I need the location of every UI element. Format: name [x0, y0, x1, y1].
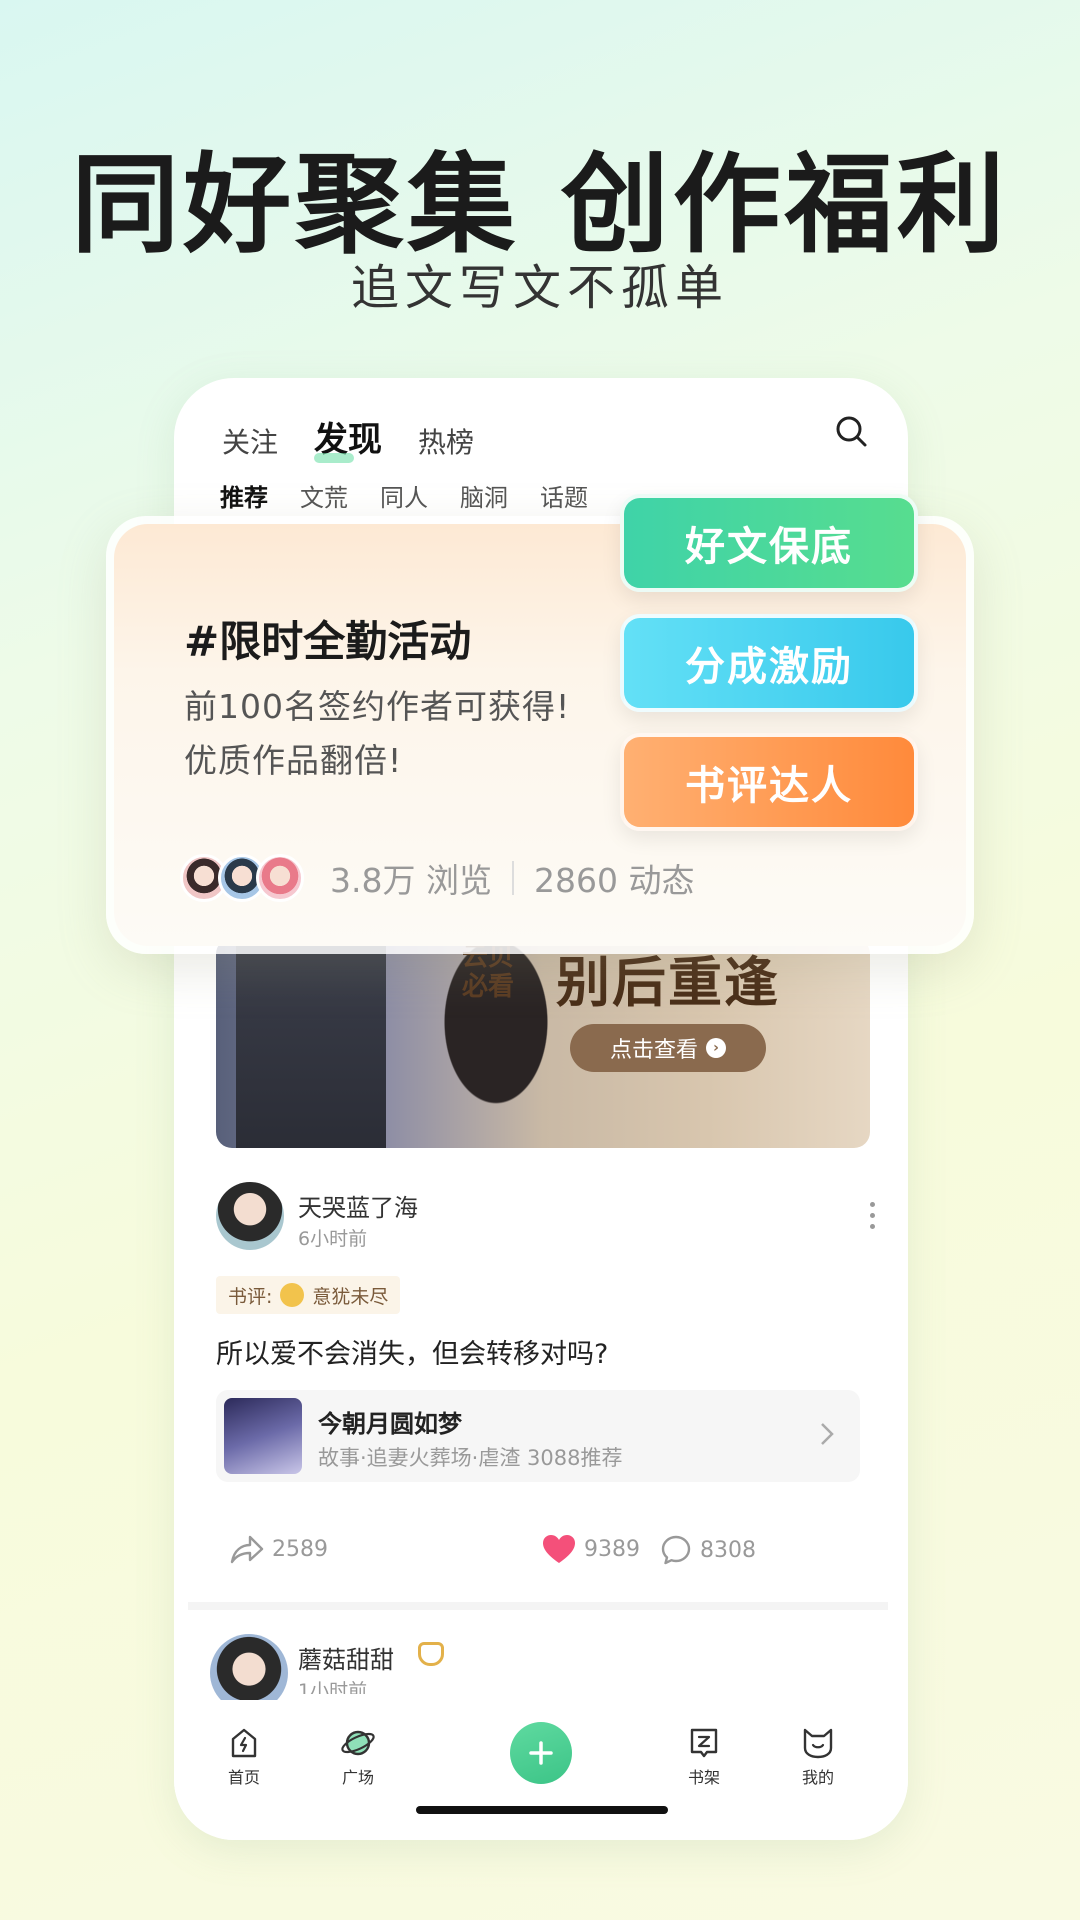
tab-discover[interactable]: 发现	[314, 412, 382, 463]
subtab-topic[interactable]: 话题	[540, 478, 588, 513]
post-text: 所以爱不会消失，但会转移对吗?	[216, 1339, 609, 1370]
activity-desc: 前100名签约作者可获得! 优质作品翻倍!	[184, 680, 570, 788]
like-count: 9389	[584, 1536, 640, 1562]
subtab-fanfic[interactable]: 同人	[380, 478, 428, 513]
book-card[interactable]: 今朝月圆如梦 故事·追妻火葬场·虐渣 3088推荐	[216, 1390, 860, 1482]
plus-icon	[529, 1741, 553, 1765]
banner-view-label: 点击查看	[609, 1038, 698, 1063]
share-count: 2589	[272, 1536, 328, 1562]
emoji-icon	[280, 1283, 305, 1307]
share-button[interactable]: 2589	[230, 1534, 328, 1564]
post-count: 2860 动态	[533, 861, 695, 900]
chevron-right-icon	[821, 1423, 834, 1445]
home-icon	[231, 1728, 257, 1758]
post-time: 6小时前	[298, 1228, 368, 1250]
nav-bookshelf[interactable]: 书架	[664, 1726, 744, 1788]
review-label: 书评:	[228, 1285, 273, 1308]
review-tag: 书评: 意犹未尽	[216, 1276, 401, 1314]
activity-title: #限时全勤活动	[184, 617, 472, 666]
activity-desc-line2: 优质作品翻倍!	[184, 741, 403, 780]
post-username[interactable]: 天哭蓝了海	[298, 1188, 418, 1223]
avatar	[256, 854, 304, 902]
feed-divider	[188, 1602, 888, 1610]
banner-view-button[interactable]: 点击查看 ›	[570, 1024, 766, 1072]
top-tabs: 关注 发现 热榜	[222, 412, 474, 463]
vip-badge-icon	[418, 1642, 444, 1666]
tab-follow[interactable]: 关注	[222, 421, 278, 461]
nav-square-label: 广场	[341, 1768, 374, 1787]
post-actions: 2589 9389 8308	[216, 1534, 860, 1574]
tab-hot[interactable]: 热榜	[418, 421, 474, 461]
comment-count: 8308	[700, 1537, 756, 1563]
nav-mine-label: 我的	[801, 1768, 834, 1787]
arrow-right-icon: ›	[706, 1038, 726, 1058]
promo-banner[interactable]: 云贝 必看 别后重逢 点击查看 ›	[216, 938, 870, 1148]
view-count: 3.8万 浏览	[330, 861, 492, 900]
search-icon[interactable]	[834, 414, 868, 448]
hero-subtitle: 追文写文不孤单	[350, 260, 729, 316]
avatar[interactable]	[216, 1182, 284, 1250]
banner-art-coat	[236, 938, 386, 1148]
home-indicator	[416, 1806, 668, 1814]
planet-icon	[341, 1730, 375, 1756]
review-value: 意犹未尽	[312, 1285, 389, 1308]
stat-divider	[511, 861, 514, 895]
book-cover	[224, 1398, 302, 1474]
activity-desc-line1: 前100名签约作者可获得!	[184, 687, 571, 726]
nav-mine[interactable]: 我的	[778, 1726, 858, 1788]
activity-stats: 3.8万 浏览 2860 动态	[180, 854, 694, 902]
more-icon[interactable]	[870, 1202, 876, 1229]
stat-text: 3.8万 浏览 2860 动态	[330, 854, 694, 902]
nav-bookshelf-label: 书架	[687, 1768, 720, 1787]
comment-button[interactable]: 8308	[660, 1534, 756, 1566]
sub-tabs: 推荐 文荒 同人 脑洞 话题	[220, 478, 588, 513]
pill-good-work-guarantee[interactable]: 好文保底	[620, 494, 918, 592]
nav-home[interactable]: 首页	[204, 1726, 284, 1788]
book-title: 今朝月圆如梦	[318, 1410, 462, 1438]
heart-icon	[543, 1535, 575, 1563]
bottom-navbar: 首页 广场 书架 我的	[174, 1700, 908, 1840]
create-post-button[interactable]	[510, 1722, 572, 1784]
book-meta: 故事·追妻火葬场·虐渣 3088推荐	[318, 1446, 623, 1470]
banner-tag-line2: 必看	[462, 972, 515, 1002]
like-button[interactable]: 9389	[542, 1534, 640, 1564]
pill-revenue-incentive[interactable]: 分成激励	[620, 614, 918, 712]
nav-square[interactable]: 广场	[318, 1726, 398, 1788]
nav-home-label: 首页	[227, 1768, 260, 1787]
share-icon	[230, 1535, 264, 1564]
pill-review-expert[interactable]: 书评达人	[620, 733, 918, 831]
bookshelf-icon	[690, 1728, 718, 1758]
avatar-stack	[180, 854, 304, 902]
cat-face-icon	[803, 1728, 833, 1759]
comment-icon	[661, 1535, 691, 1565]
subtab-wenhuang[interactable]: 文荒	[300, 478, 348, 513]
subtab-brainstorm[interactable]: 脑洞	[460, 478, 508, 513]
subtab-recommend[interactable]: 推荐	[220, 478, 268, 513]
post-username[interactable]: 蘑菇甜甜	[298, 1640, 394, 1675]
post-time: 1小时前	[298, 1680, 368, 1694]
